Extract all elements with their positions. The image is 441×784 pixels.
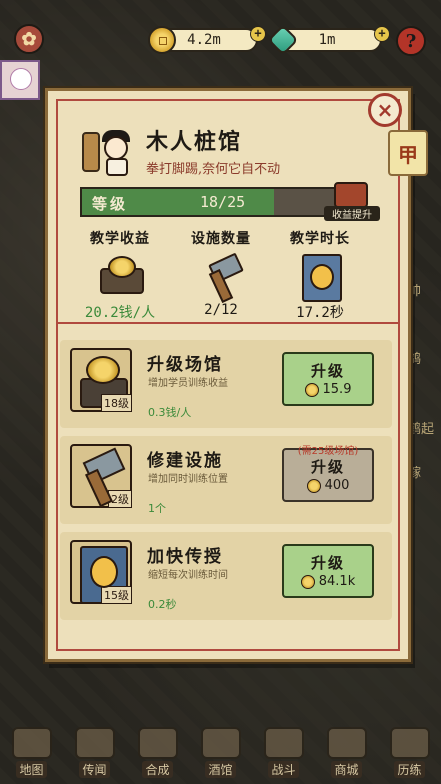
price-value: 400 (324, 478, 350, 493)
price-value: 15.9 (322, 382, 352, 397)
nav-merge[interactable]: 合成 (130, 726, 186, 778)
nav-label: 地图 (16, 761, 47, 778)
upgrade-desc: 增加学员训练收益 (148, 378, 228, 389)
jade-icon (267, 24, 299, 56)
nav-map[interactable]: 地图 (4, 726, 60, 778)
stat-title: 设施数量 (191, 231, 251, 247)
nav-training[interactable]: 历练 (382, 726, 438, 778)
stat-teaching-duration: 教学时长 17.2秒 (275, 228, 365, 322)
nav-label: 传闻 (79, 761, 110, 778)
hall-title: 木人桩馆 (146, 129, 243, 155)
level-progress-bar: 等级 18/25 (80, 187, 350, 217)
coin-balance[interactable]: 4.2m + (148, 26, 266, 54)
stat-title: 教学收益 (90, 231, 150, 247)
jade-balance[interactable]: 1m + (267, 24, 390, 56)
stat-value: 17.2秒 (296, 305, 344, 321)
nav-rumors[interactable]: 传闻 (67, 726, 123, 778)
coin-icon (306, 478, 321, 493)
stat-value: 2/12 (204, 302, 238, 318)
income-boost-button[interactable]: 收益提升 (324, 180, 380, 222)
stat-title: 教学时长 (290, 231, 350, 247)
jade-amount: 1m (318, 32, 336, 48)
rumor-icon (74, 727, 115, 759)
hammer-icon (197, 254, 245, 298)
upgrade-title: 升级场馆 (147, 355, 223, 375)
hammer-icon: 2级 (70, 444, 132, 508)
rank-tab[interactable]: 甲 (388, 130, 428, 176)
stat-teaching-income: 教学收益 20.2钱/人 (75, 228, 165, 322)
upgrade-facility-button[interactable]: (需25级场馆) 升级 400 (282, 446, 374, 502)
upgrade-row-hall: 18级 升级场馆 增加学员训练收益 0.3钱/人 升级 15.9 (60, 340, 392, 428)
upgrade-title: 修建设施 (147, 451, 223, 471)
upgrade-desc: 缩短每次训练时间 (148, 570, 228, 581)
nav-label: 商城 (331, 761, 362, 778)
upgrade-value: 1个 (148, 502, 166, 515)
map-icon (11, 727, 52, 759)
avatar-face-icon (10, 68, 32, 90)
tavern-icon (200, 727, 241, 759)
student-icon (104, 136, 128, 160)
bottom-nav: 地图 传闻 合成 酒馆 战斗 商城 历练 (0, 724, 441, 784)
upgrade-desc: 增加同时训练位置 (148, 474, 228, 485)
upgrade-value: 0.3钱/人 (148, 406, 192, 419)
divider (58, 322, 398, 324)
level-badge: 18级 (101, 394, 132, 412)
nav-battle[interactable]: 战斗 (256, 726, 312, 778)
student-body (106, 158, 128, 176)
level-badge: 2级 (108, 490, 132, 508)
upgrade-row-facility: 2级 修建设施 增加同时训练位置 1个 (需25级场馆) 升级 400 (60, 436, 392, 524)
upgrade-speed-button[interactable]: 升级 84.1k (282, 544, 374, 598)
battle-icon (263, 727, 304, 759)
nav-label: 酒馆 (205, 761, 236, 778)
side-label: 鹤起 (408, 422, 435, 437)
upgrade-hall-button[interactable]: 升级 15.9 (282, 352, 374, 406)
nav-label: 战斗 (268, 761, 299, 778)
button-label: 升级 (310, 362, 345, 380)
top-bar: ✿ 4.2m + 1m + ? (0, 24, 441, 58)
price-value: 84.1k (318, 574, 356, 589)
nav-label: 合成 (142, 761, 173, 778)
scroll-icon: 15级 (70, 540, 132, 604)
add-jade-icon[interactable]: + (374, 26, 390, 42)
coin-icon (304, 382, 319, 397)
nav-label: 历练 (394, 761, 425, 778)
boost-label: 收益提升 (324, 206, 380, 221)
hall-subtitle: 拳打脚踢,奈何它自不动 (146, 162, 281, 177)
coin-amount: 4.2m (187, 32, 221, 48)
stat-value: 20.2钱/人 (84, 305, 156, 321)
level-badge: 15级 (101, 586, 132, 604)
settings-gear-icon[interactable]: ✿ (14, 24, 44, 54)
nav-tavern[interactable]: 酒馆 (193, 726, 249, 778)
button-price: 400 (284, 478, 372, 493)
button-price: 15.9 (284, 382, 372, 397)
button-requirement: (需25级场馆) (297, 446, 359, 457)
close-button[interactable]: × (368, 93, 402, 127)
coin-icon (148, 26, 176, 54)
hall-icon (78, 128, 136, 178)
scroll-icon (296, 254, 344, 302)
training-icon (389, 727, 430, 759)
shop-icon (326, 727, 367, 759)
treasure-chest-icon (334, 182, 368, 208)
merge-icon (137, 727, 178, 759)
player-avatar[interactable] (0, 60, 40, 100)
level-label: 等级 (92, 195, 129, 213)
add-coin-icon[interactable]: + (250, 26, 266, 42)
level-value: 18/25 (200, 193, 246, 211)
upgrade-value: 0.2秒 (148, 598, 177, 611)
button-price: 84.1k (284, 574, 372, 589)
coin-chest-icon: 18级 (70, 348, 132, 412)
coin-icon (300, 574, 315, 589)
nav-shop[interactable]: 商城 (319, 726, 375, 778)
stat-facility-count: 设施数量 2/12 (176, 228, 266, 318)
button-label: 升级 (310, 458, 345, 476)
wooden-dummy-icon (82, 132, 100, 172)
button-label: 升级 (310, 554, 345, 572)
help-button[interactable]: ? (396, 26, 426, 56)
upgrade-row-speed: 15级 加快传授 缩短每次训练时间 0.2秒 升级 84.1k (60, 532, 392, 620)
upgrade-title: 加快传授 (147, 547, 223, 567)
coin-chest-icon (96, 254, 144, 298)
